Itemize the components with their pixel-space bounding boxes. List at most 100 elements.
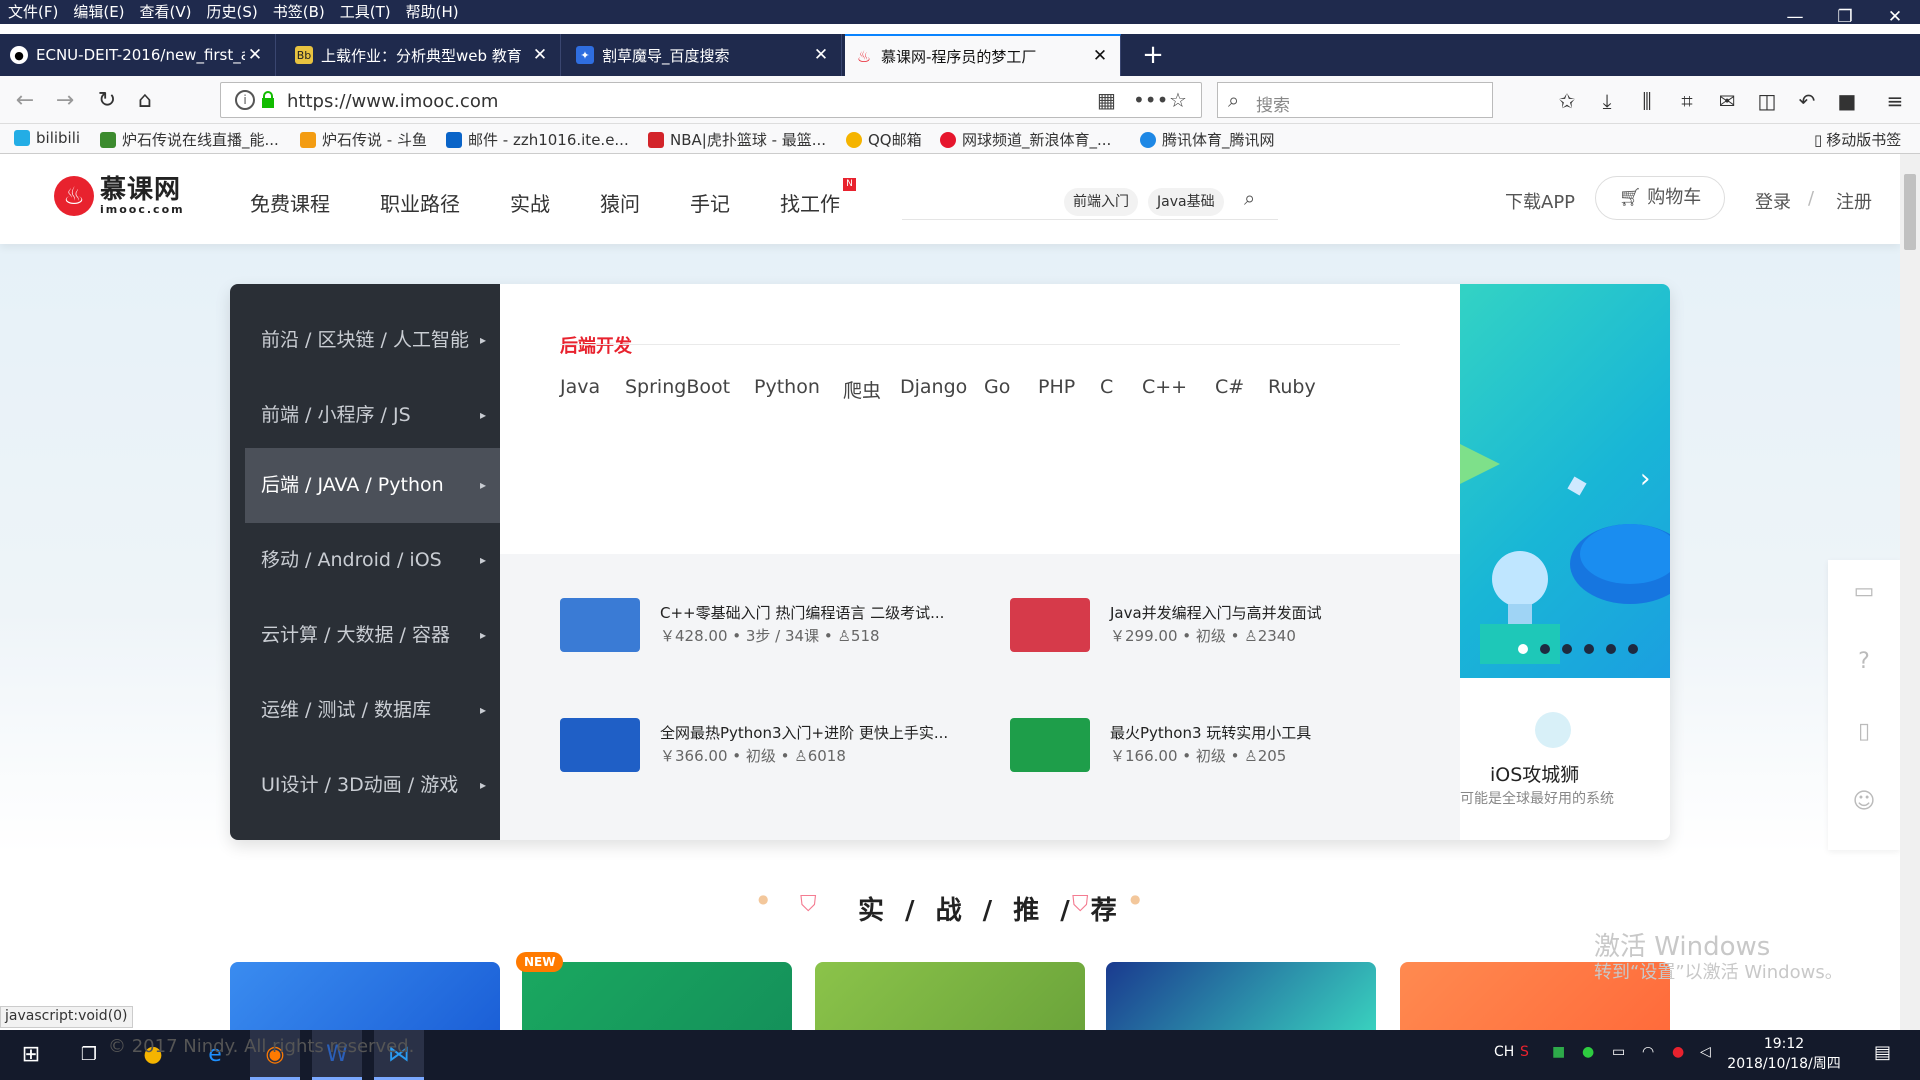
nav-career-path[interactable]: 职业路径 bbox=[380, 188, 460, 217]
keyword-link[interactable]: C++ bbox=[1142, 376, 1187, 398]
carousel-dot[interactable] bbox=[1518, 644, 1528, 654]
nav-jobs[interactable]: 找工作 bbox=[780, 188, 840, 217]
battery-icon[interactable]: ▭ bbox=[1612, 1044, 1625, 1060]
menu-file[interactable]: 文件(F) bbox=[0, 0, 65, 22]
course-item[interactable]: Java并发编程入门与高并发面试 ￥299.00 • 初级 • ♙2340 bbox=[1010, 598, 1322, 652]
new-tab-button[interactable]: + bbox=[1133, 34, 1173, 76]
keyword-link[interactable]: Django bbox=[900, 376, 967, 398]
wechat-icon[interactable]: ● bbox=[1582, 1044, 1594, 1060]
download-app-link[interactable]: 下载APP bbox=[1505, 188, 1575, 214]
carousel-dot[interactable] bbox=[1540, 644, 1550, 654]
sidebar-item-ops[interactable]: 运维 / 测试 / 数据库 ▸ bbox=[245, 673, 500, 748]
close-tab-icon[interactable]: ✕ bbox=[530, 45, 550, 65]
sidebar-item-backend[interactable]: 后端 / JAVA / Python ▸ bbox=[245, 448, 500, 523]
volume-icon[interactable]: ◁ bbox=[1700, 1044, 1711, 1060]
menu-bookmarks[interactable]: 书签(B) bbox=[265, 0, 332, 22]
notification-icon[interactable]: ▤ bbox=[1874, 1042, 1891, 1063]
sidebar-item-frontend[interactable]: 前端 / 小程序 / JS ▸ bbox=[245, 378, 500, 453]
site-search[interactable]: 前端入门 Java基础 ⌕ bbox=[902, 180, 1278, 220]
home-icon[interactable]: ⌂ bbox=[130, 86, 160, 116]
banner-carousel[interactable]: › iOS攻城狮 可能是全球最好用的系统 bbox=[1460, 284, 1670, 840]
carousel-next-icon[interactable]: › bbox=[1640, 464, 1650, 494]
sidebar-item-design[interactable]: UI设计 / 3D动画 / 游戏 ▸ bbox=[245, 748, 500, 823]
keyword-link[interactable]: Python bbox=[754, 376, 820, 398]
scrollbar-thumb[interactable] bbox=[1904, 174, 1916, 250]
keyword-link[interactable]: PHP bbox=[1038, 376, 1075, 398]
sidebar-item-frontier[interactable]: 前沿 / 区块链 / 人工智能 ▸ bbox=[245, 303, 500, 378]
task-view-icon[interactable]: ❐ bbox=[64, 1030, 114, 1080]
carousel-dot[interactable] bbox=[1606, 644, 1616, 654]
carousel-dot[interactable] bbox=[1628, 644, 1638, 654]
promo-card[interactable] bbox=[1106, 962, 1376, 1030]
address-bar[interactable]: i https://www.imooc.com ▦ ••• ☆ bbox=[220, 82, 1202, 118]
keyword-link[interactable]: C# bbox=[1215, 376, 1244, 398]
help-icon[interactable]: ? bbox=[1846, 644, 1882, 680]
screenshot-icon[interactable]: ⌗ bbox=[1672, 86, 1702, 116]
bookmark-item[interactable]: QQ邮箱 bbox=[846, 129, 922, 150]
nav-practice[interactable]: 实战 bbox=[510, 188, 550, 217]
search-tag-frontend[interactable]: 前端入门 bbox=[1064, 188, 1138, 216]
bookmark-item[interactable]: bilibili bbox=[14, 129, 80, 147]
qr-code-icon[interactable]: ▦ bbox=[1097, 88, 1116, 112]
menu-help[interactable]: 帮助(H) bbox=[398, 0, 466, 22]
undo-icon[interactable]: ↶ bbox=[1792, 86, 1822, 116]
restore-button[interactable]: ❐ bbox=[1820, 0, 1870, 34]
close-window-button[interactable]: ✕ bbox=[1870, 0, 1920, 34]
login-link[interactable]: 登录 bbox=[1755, 188, 1791, 214]
minimize-button[interactable]: — bbox=[1770, 0, 1820, 34]
bookmark-item[interactable]: 腾讯体育_腾讯网 bbox=[1140, 129, 1275, 150]
course-item[interactable]: 全网最热Python3入门+进阶 更快上手实... ￥366.00 • 初级 • … bbox=[560, 718, 948, 772]
keyword-link[interactable]: SpringBoot bbox=[625, 376, 730, 398]
sidebar-icon[interactable]: ◫ bbox=[1752, 86, 1782, 116]
menu-tools[interactable]: 工具(T) bbox=[332, 0, 398, 22]
carousel-dot[interactable] bbox=[1562, 644, 1572, 654]
info-icon[interactable]: i bbox=[235, 90, 255, 110]
promo-card[interactable] bbox=[815, 962, 1085, 1030]
star-icon[interactable]: ☆ bbox=[1169, 88, 1187, 112]
search-tag-java[interactable]: Java基础 bbox=[1148, 188, 1224, 216]
sogou-icon[interactable]: S bbox=[1520, 1044, 1529, 1060]
hamburger-menu-icon[interactable]: ≡ bbox=[1880, 86, 1910, 116]
chat-bubble-icon[interactable]: ☺ bbox=[1846, 784, 1882, 820]
clock[interactable]: 19:12 2018/10/18/周四 bbox=[1724, 1034, 1844, 1074]
tab-github[interactable]: ● ECNU-DEIT-2016/new_first_a ✕ bbox=[0, 34, 276, 76]
extension-icon[interactable]: ■ bbox=[1832, 86, 1862, 116]
tab-blackboard[interactable]: Bb 上载作业：分析典型web 教育 ✕ bbox=[285, 34, 561, 76]
mobile-icon[interactable]: ▯ bbox=[1846, 714, 1882, 750]
bookmark-item[interactable]: 邮件 - zzh1016.ite.e... bbox=[446, 129, 629, 150]
ime-indicator[interactable]: CH bbox=[1494, 1044, 1514, 1060]
keyword-link[interactable]: Go bbox=[984, 376, 1010, 398]
close-tab-icon[interactable]: ✕ bbox=[245, 45, 265, 65]
nav-qa[interactable]: 猿问 bbox=[600, 188, 640, 217]
mobile-bookmarks[interactable]: ▯ 移动版书签 bbox=[1814, 129, 1901, 150]
sidebar-item-cloud[interactable]: 云计算 / 大数据 / 容器 ▸ bbox=[245, 598, 500, 673]
reload-icon[interactable]: ↻ bbox=[92, 86, 122, 116]
chat-icon[interactable]: ✉ bbox=[1712, 86, 1742, 116]
bookmark-item[interactable]: 炉石传说 - 斗鱼 bbox=[300, 129, 427, 150]
close-tab-icon[interactable]: ✕ bbox=[1090, 46, 1110, 66]
back-icon[interactable]: ← bbox=[10, 86, 40, 116]
download-icon[interactable]: ⤓ bbox=[1592, 86, 1622, 116]
search-icon[interactable]: ⌕ bbox=[1244, 186, 1255, 210]
windows-start-icon[interactable]: ⊞ bbox=[6, 1030, 56, 1080]
close-tab-icon[interactable]: ✕ bbox=[811, 45, 831, 65]
register-link[interactable]: 注册 bbox=[1836, 188, 1872, 214]
carousel-dot[interactable] bbox=[1584, 644, 1594, 654]
more-actions-icon[interactable]: ••• bbox=[1133, 88, 1168, 112]
library-icon[interactable]: ⫼ bbox=[1632, 86, 1662, 116]
course-item[interactable]: 最火Python3 玩转实用小工具 ￥166.00 • 初级 • ♙205 bbox=[1010, 718, 1311, 772]
menu-history[interactable]: 历史(S) bbox=[199, 0, 265, 22]
bookmark-item[interactable]: 炉石传说在线直播_能... bbox=[100, 129, 279, 150]
wifi-icon[interactable]: ◠ bbox=[1642, 1044, 1654, 1060]
nav-free-courses[interactable]: 免费课程 bbox=[250, 188, 330, 217]
nvidia-icon[interactable]: ■ bbox=[1552, 1044, 1565, 1060]
sidebar-item-mobile[interactable]: 移动 / Android / iOS ▸ bbox=[245, 523, 500, 598]
page-scrollbar[interactable] bbox=[1900, 154, 1920, 1030]
promo-card[interactable]: NEW bbox=[516, 952, 792, 1030]
keyword-link[interactable]: 爬虫 bbox=[843, 376, 881, 403]
bookmark-item[interactable]: 网球频道_新浪体育_... bbox=[940, 129, 1111, 150]
feedback-icon[interactable]: ▭ bbox=[1846, 574, 1882, 610]
keyword-link[interactable]: C bbox=[1100, 376, 1113, 398]
keyword-link[interactable]: Java bbox=[560, 376, 600, 398]
banner-image[interactable]: › bbox=[1460, 284, 1670, 678]
